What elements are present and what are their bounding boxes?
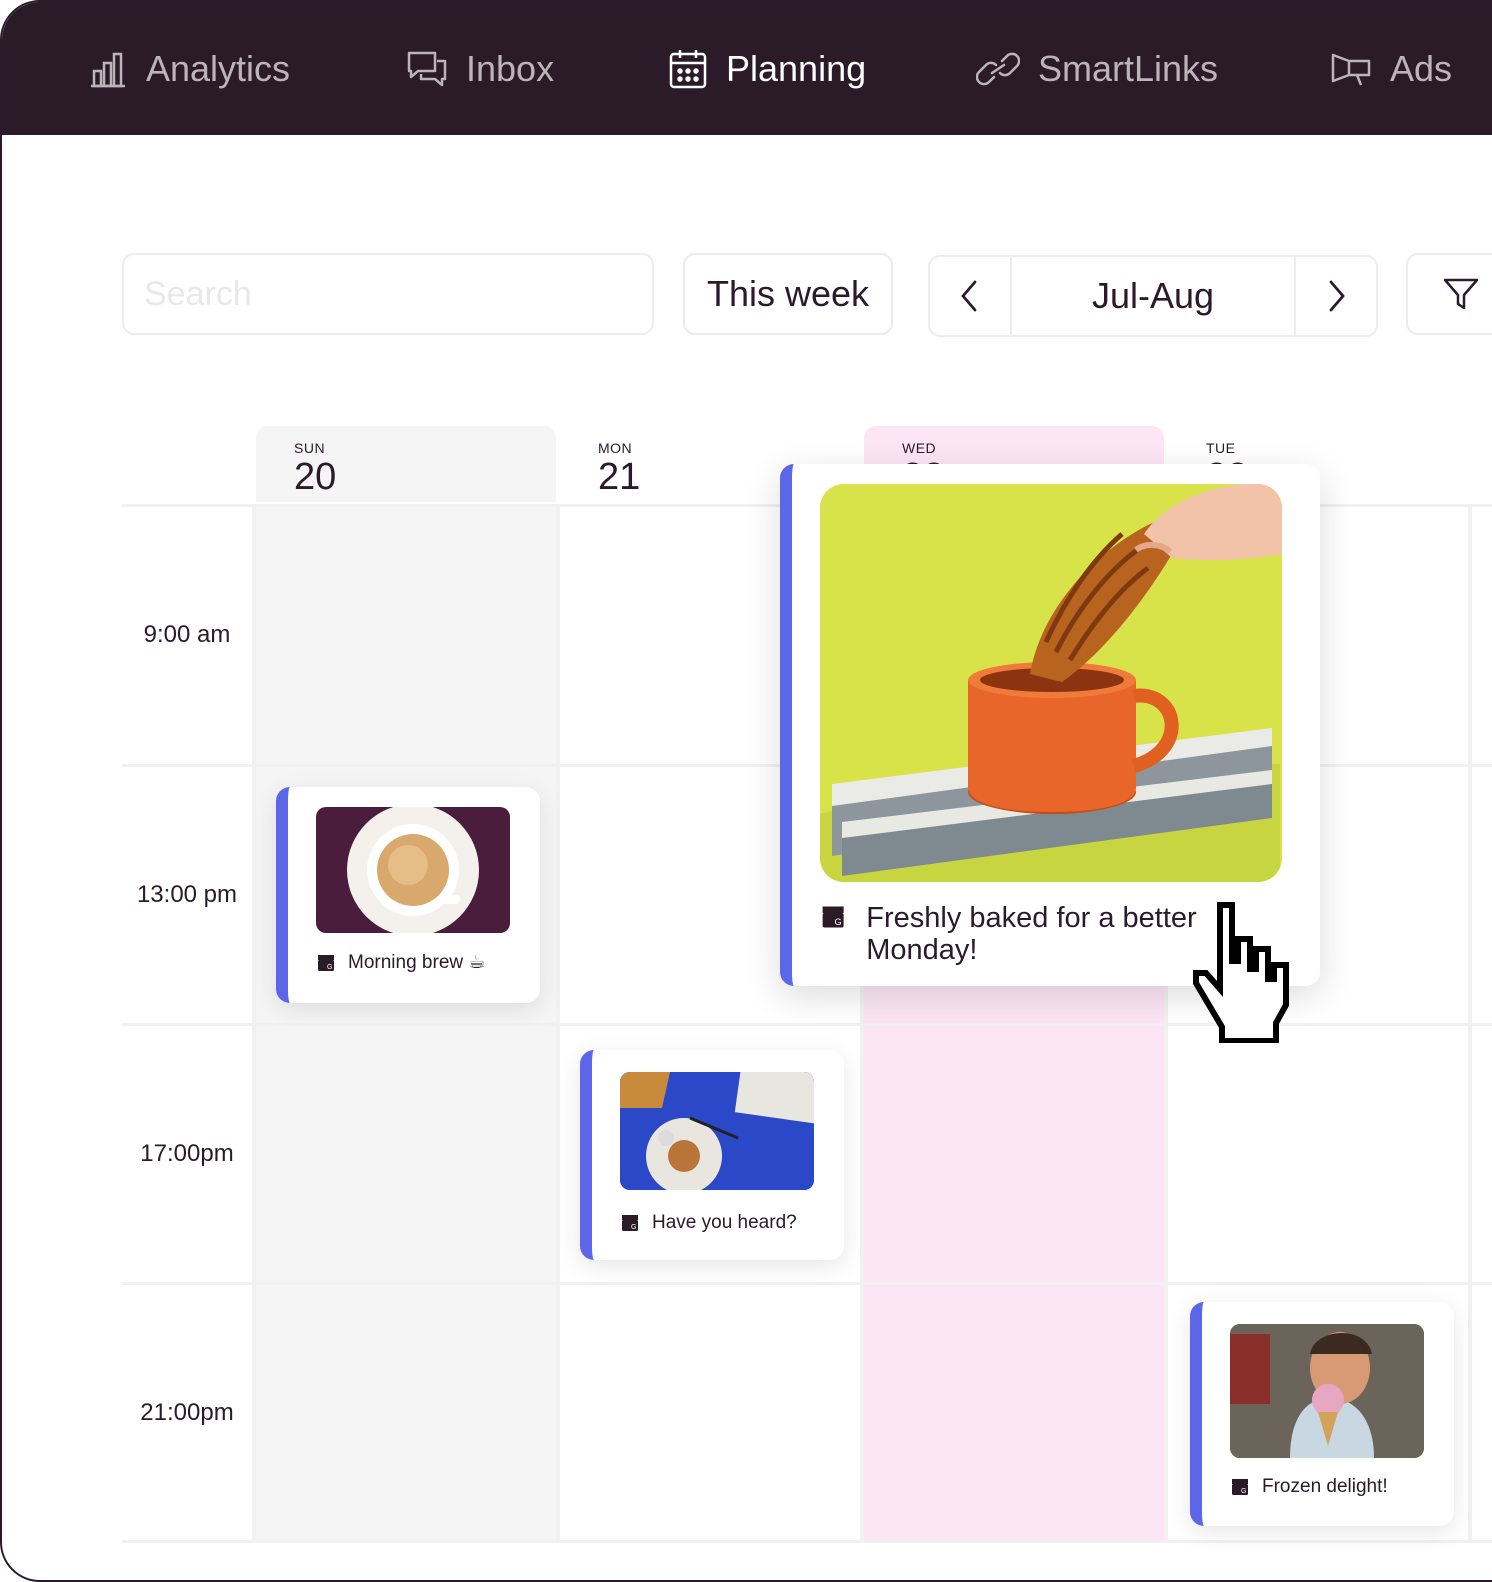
link-icon — [976, 49, 1020, 89]
svg-text:G: G — [1241, 1488, 1246, 1495]
period-label: This week — [706, 273, 870, 314]
post-thumbnail — [620, 1072, 814, 1190]
nav-planning[interactable]: Planning — [668, 2, 866, 135]
day-of-week: WED — [902, 440, 937, 456]
post-card-frozen-delight[interactable]: G Frozen delight! — [1190, 1302, 1454, 1526]
google-business-icon: G — [1232, 1479, 1248, 1495]
post-card-morning-brew[interactable]: G Morning brew ☕ — [276, 787, 540, 1003]
time-label: 9:00 am — [143, 621, 231, 648]
time-label: 17:00pm — [140, 1140, 234, 1167]
grid-line — [1468, 506, 1472, 1542]
chevron-left-icon — [961, 280, 977, 312]
bar-chart-icon — [88, 49, 128, 89]
grid-line — [122, 1540, 1492, 1543]
hand-pointer-icon — [1193, 902, 1289, 1043]
app-window: Analytics Inbox Planning SmartLinks Ads … — [0, 0, 1492, 1582]
grid-line — [556, 506, 560, 1542]
nav-label: Inbox — [466, 47, 555, 89]
filter-button[interactable] — [1406, 253, 1492, 335]
date-range-picker: Jul-Aug — [928, 255, 1378, 337]
time-label: 13:00 pm — [136, 881, 238, 908]
prev-range-button[interactable] — [930, 257, 1010, 335]
day-number: 20 — [294, 456, 337, 498]
calendar-icon — [668, 48, 708, 90]
time-label: 21:00pm — [140, 1399, 234, 1426]
nav-smartlinks[interactable]: SmartLinks — [976, 2, 1218, 135]
nav-inbox[interactable]: Inbox — [406, 2, 554, 135]
google-business-icon: G — [822, 906, 844, 928]
post-thumbnail — [1230, 1324, 1424, 1458]
nav-analytics[interactable]: Analytics — [88, 2, 290, 135]
day-of-week: SUN — [294, 440, 326, 456]
day-of-week: MON — [598, 440, 633, 456]
day-of-week: TUE — [1206, 440, 1236, 456]
range-label: Jul-Aug — [1010, 257, 1296, 335]
svg-text:G: G — [631, 1224, 636, 1231]
google-business-icon: G — [622, 1215, 638, 1231]
post-thumbnail — [820, 484, 1282, 882]
post-caption: Morning brew ☕ — [348, 952, 486, 973]
filter-icon — [1443, 278, 1479, 310]
search-input[interactable] — [122, 253, 654, 335]
svg-text:G: G — [834, 917, 841, 927]
nav-label: SmartLinks — [1038, 47, 1219, 89]
period-button[interactable]: This week — [683, 253, 893, 335]
next-range-button[interactable] — [1296, 257, 1376, 335]
top-navigation: Analytics Inbox Planning SmartLinks Ads — [2, 2, 1492, 135]
nav-label: Planning — [726, 47, 867, 89]
nav-label: Ads — [1390, 47, 1453, 89]
grid-line — [252, 506, 256, 1542]
nav-ads[interactable]: Ads — [1330, 2, 1452, 135]
chat-bubbles-icon — [406, 49, 448, 89]
google-business-icon: G — [318, 954, 334, 971]
nav-label: Analytics — [146, 47, 291, 89]
svg-text:G: G — [327, 964, 332, 971]
post-card-have-you-heard[interactable]: G Have you heard? — [580, 1050, 844, 1260]
chevron-right-icon — [1329, 280, 1345, 312]
post-caption: Frozen delight! — [1262, 1476, 1388, 1497]
day-header-sun[interactable]: SUN 20 — [256, 426, 556, 502]
megaphone-icon — [1330, 49, 1372, 89]
post-thumbnail — [316, 807, 510, 933]
post-caption: Have you heard? — [652, 1212, 797, 1233]
grid-line — [122, 1282, 1492, 1285]
